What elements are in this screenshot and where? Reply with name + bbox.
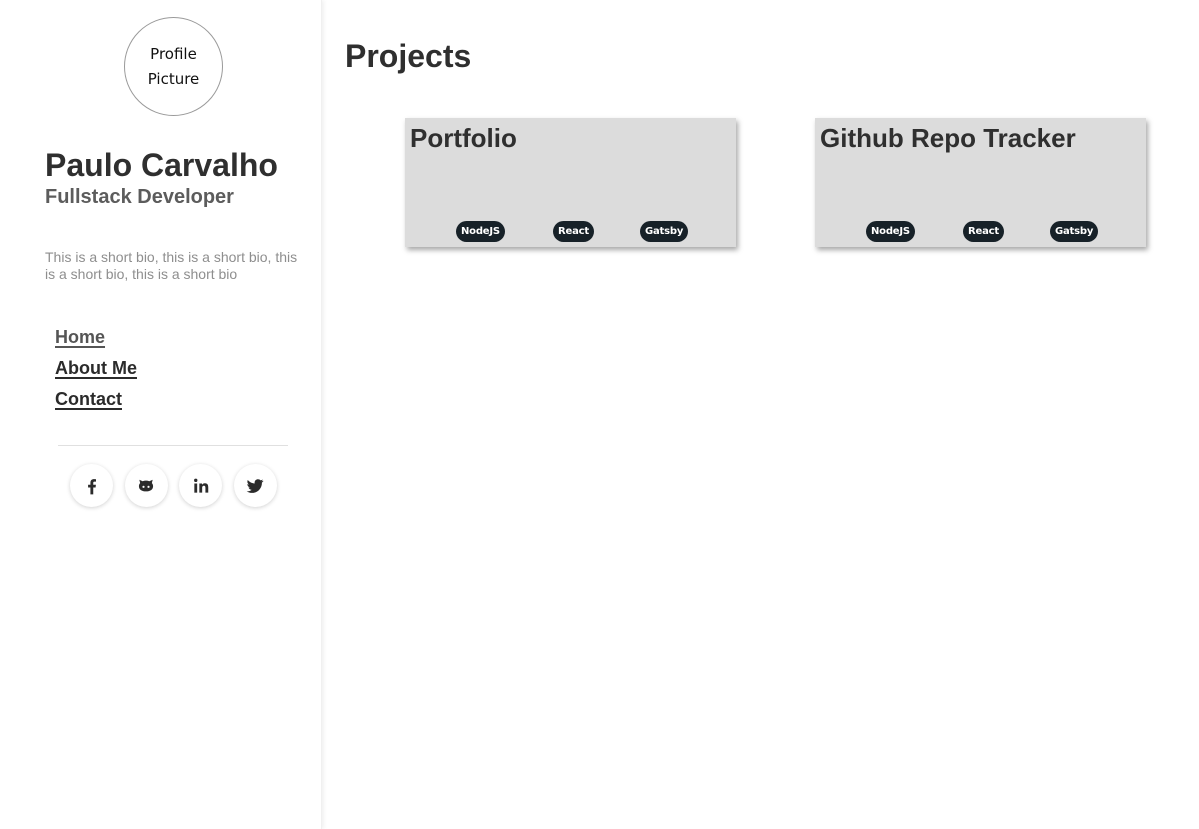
avatar: Profile Picture — [124, 17, 223, 116]
tag-badge: React — [553, 221, 594, 242]
sidebar: Profile Picture Paulo Carvalho Fullstack… — [0, 0, 322, 829]
facebook-button[interactable] — [70, 464, 113, 507]
nav-item-home: Home — [55, 327, 137, 358]
tag-badge: NodeJS — [456, 221, 505, 242]
page-title: Projects — [345, 38, 472, 74]
linkedin-button[interactable] — [179, 464, 222, 507]
sidebar-divider — [58, 445, 288, 446]
twitter-button[interactable] — [233, 464, 277, 507]
project-title: Portfolio — [410, 123, 517, 153]
avatar-placeholder-text: Profile Picture — [147, 44, 200, 88]
social-links — [70, 464, 288, 507]
github-button[interactable] — [124, 464, 168, 507]
nav-link-about-me[interactable]: About Me — [55, 358, 137, 378]
tag-badge: Gatsby — [640, 221, 689, 242]
project-title: Github Repo Tracker — [820, 123, 1076, 153]
linkedin-icon — [193, 478, 208, 493]
profile-role: Fullstack Developer — [45, 186, 234, 208]
facebook-icon — [87, 478, 96, 494]
profile-bio: This is a short bio, this is a short bio… — [45, 249, 298, 282]
github-icon — [138, 479, 154, 491]
nav-link-home[interactable]: Home — [55, 327, 105, 347]
profile-name: Paulo Carvalho — [45, 147, 278, 183]
nav-link-contact[interactable]: Contact — [55, 389, 122, 409]
nav-item-about: About Me — [55, 358, 137, 389]
tag-badge: NodeJS — [866, 221, 915, 242]
sidebar-nav: Home About Me Contact — [55, 327, 137, 420]
tag-badge: Gatsby — [1050, 221, 1099, 242]
project-card-portfolio[interactable]: Portfolio NodeJS React Gatsby — [405, 118, 736, 247]
nav-item-contact: Contact — [55, 389, 137, 420]
tag-badge: React — [963, 221, 1004, 242]
project-card-github-repo-tracker[interactable]: Github Repo Tracker NodeJS React Gatsby — [815, 118, 1146, 247]
twitter-icon — [246, 478, 264, 493]
